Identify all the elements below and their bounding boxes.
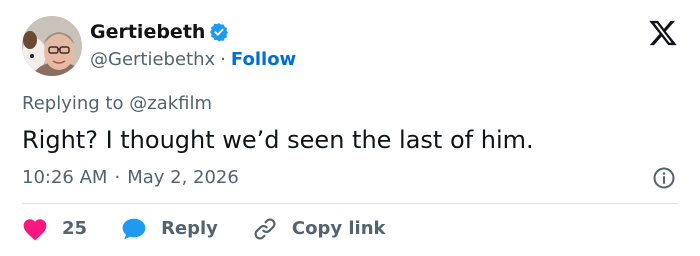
speech-bubble-icon xyxy=(122,218,146,240)
replying-handle-link[interactable]: @zakfilm xyxy=(129,93,212,114)
copy-link-button[interactable]: Copy link xyxy=(252,216,386,242)
date-separator: · xyxy=(114,167,121,188)
reply-button[interactable]: Reply xyxy=(121,217,218,241)
tweet-date[interactable]: May 2, 2026 xyxy=(127,166,239,190)
heart-icon xyxy=(23,219,47,241)
info-icon[interactable] xyxy=(652,166,676,190)
replying-to: Replying to @zakfilm xyxy=(22,92,212,116)
tweet-timestamp[interactable]: 10:26 AM · May 2, 2026 xyxy=(22,166,239,190)
replying-prefix: Replying to xyxy=(22,93,124,114)
x-logo-icon[interactable] xyxy=(648,18,678,48)
handle-row: @Gertiebethx · Follow xyxy=(90,48,296,72)
verified-badge-icon xyxy=(210,23,229,42)
user-name-row: Gertiebeth xyxy=(90,20,229,44)
avatar[interactable] xyxy=(22,16,82,76)
like-count: 25 xyxy=(62,218,88,239)
display-name[interactable]: Gertiebeth xyxy=(90,20,205,44)
handle-separator: · xyxy=(220,49,226,70)
like-button[interactable]: 25 xyxy=(22,217,87,241)
link-icon xyxy=(254,218,276,240)
tweet-time[interactable]: 10:26 AM xyxy=(22,166,107,190)
user-handle[interactable]: @Gertiebethx xyxy=(90,48,215,72)
reply-label: Reply xyxy=(161,218,218,239)
copy-link-label: Copy link xyxy=(291,218,386,239)
tweet-text: Right? I thought we’d seen the last of h… xyxy=(22,126,534,154)
follow-button[interactable]: Follow xyxy=(231,48,296,72)
action-bar: 25 Reply Copy link xyxy=(22,216,420,242)
divider xyxy=(22,203,678,204)
